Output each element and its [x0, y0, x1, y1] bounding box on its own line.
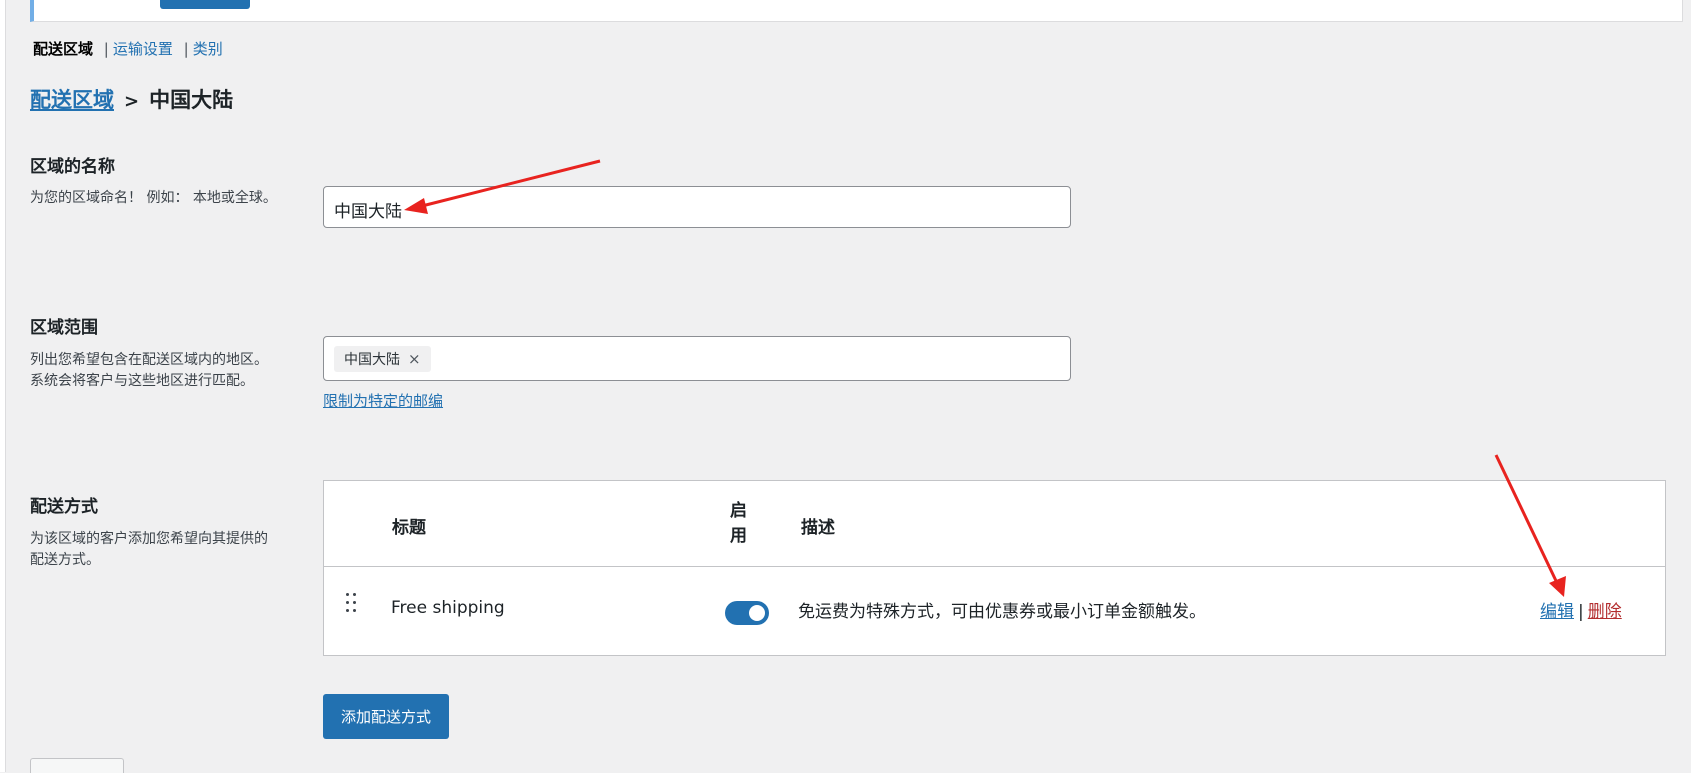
column-title: 标题: [392, 518, 426, 538]
tab-separator: |: [103, 40, 109, 58]
action-separator: |: [1578, 602, 1584, 622]
table-row: Free shipping 免运费为特殊方式，可由优惠券或最小订单金额触发。 编…: [324, 566, 1665, 655]
remove-region-icon[interactable]: ×: [408, 350, 421, 368]
toggle-knob: [749, 605, 765, 621]
top-notice: [30, 0, 1683, 22]
zone-name-title: 区域的名称: [30, 157, 115, 177]
edit-method-link[interactable]: 编辑: [1540, 602, 1574, 622]
column-description: 描述: [801, 518, 835, 538]
zone-name-input[interactable]: 中国大陆: [323, 186, 1071, 228]
tab-separator: |: [183, 40, 189, 58]
zone-regions-select[interactable]: 中国大陆 ×: [323, 336, 1071, 381]
table-header: 标题 启 用 描述: [324, 481, 1665, 567]
save-button[interactable]: [30, 758, 124, 773]
breadcrumb: 配送区域 > 中国大陆: [30, 84, 233, 114]
limit-postcodes-link[interactable]: 限制为特定的邮编: [323, 390, 443, 411]
method-description: 免运费为特殊方式，可由优惠券或最小订单金额触发。: [798, 602, 1206, 622]
section-tabs: 配送区域 | 运输设置 | 类别: [33, 38, 223, 59]
zone-name-description: 为您的区域命名！ 例如： 本地或全球。: [30, 190, 277, 206]
drag-handle-icon[interactable]: [346, 593, 358, 615]
breadcrumb-arrow: >: [124, 91, 140, 112]
column-enabled-line2: 用: [730, 526, 747, 546]
tab-classes[interactable]: 类别: [193, 40, 223, 58]
zone-regions-description: 列出您希望包含在配送区域内的地区。 系统会将客户与这些地区进行匹配。: [30, 352, 268, 389]
shipping-methods-description: 为该区域的客户添加您希望向其提供的配送方式。: [30, 531, 268, 568]
tab-shipping-zones[interactable]: 配送区域: [33, 40, 93, 58]
breadcrumb-shipping-zones-link[interactable]: 配送区域: [30, 88, 114, 112]
column-enabled-line1: 启: [730, 501, 747, 521]
region-chip: 中国大陆 ×: [334, 346, 431, 372]
notice-button[interactable]: [160, 0, 250, 9]
method-enabled-toggle[interactable]: [725, 601, 769, 625]
add-shipping-method-button[interactable]: 添加配送方式: [323, 694, 449, 739]
admin-sidebar-edge: [0, 0, 6, 772]
zone-name-value: 中国大陆: [334, 202, 402, 222]
shipping-methods-table: 标题 启 用 描述 Free shipping 免运费为特殊方式，可由优惠券或最…: [323, 480, 1666, 656]
breadcrumb-current: 中国大陆: [149, 88, 234, 112]
method-title: Free shipping: [391, 598, 505, 618]
zone-regions-title: 区域范围: [30, 318, 98, 338]
column-enabled: 启 用: [730, 499, 747, 549]
delete-method-link[interactable]: 删除: [1588, 602, 1622, 622]
tab-shipping-settings[interactable]: 运输设置: [113, 40, 173, 58]
shipping-methods-title: 配送方式: [30, 497, 98, 517]
row-actions: 编辑 | 删除: [1540, 597, 1622, 622]
region-chip-label: 中国大陆: [344, 352, 400, 368]
